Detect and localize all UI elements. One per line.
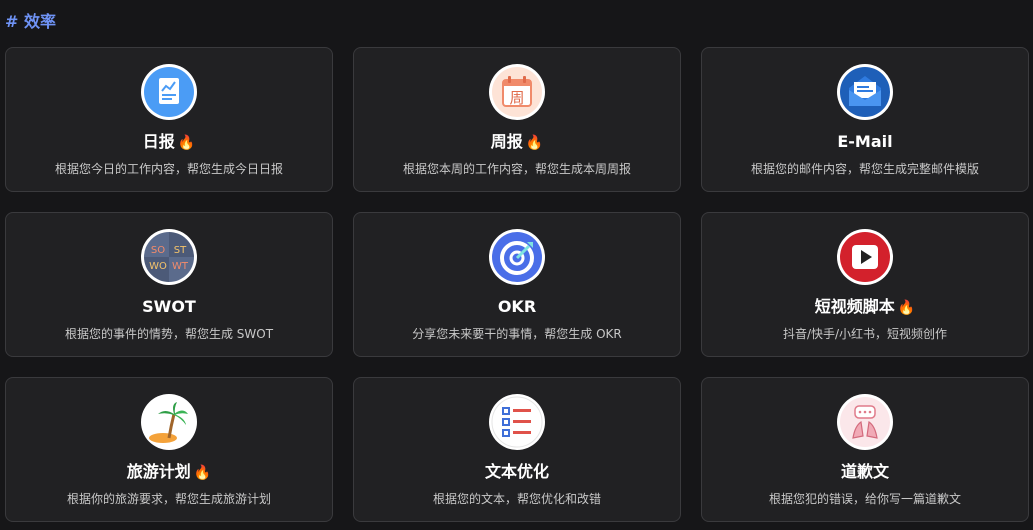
card-weekly-report[interactable]: 周 周报 🔥 根据您本周的工作内容，帮您生成本周周报 [353,47,681,192]
mail-envelope-icon [837,64,893,120]
card-text-optimize[interactable]: 文本优化 根据您的文本，帮您优化和改错 [353,377,681,522]
weekly-glyph: 周 [509,89,524,107]
card-okr[interactable]: OKR 分享您未来要干的事情，帮您生成 OKR [353,212,681,357]
video-play-icon [837,229,893,285]
swot-wo: WO [149,261,167,272]
card-short-video-script[interactable]: 短视频脚本 🔥 抖音/快手/小红书，短视频创作 [701,212,1029,357]
card-description: 根据您的事件的情势，帮您生成 SWOT [64,327,274,341]
card-title: 日报 🔥 [142,132,196,151]
card-description: 根据您今日的工作内容，帮您生成今日日报 [54,162,283,176]
card-daily-report[interactable]: 日报 🔥 根据您今日的工作内容，帮您生成今日日报 [5,47,333,192]
hot-fire-icon: 🔥 [193,465,212,481]
hot-fire-icon: 🔥 [525,135,544,151]
swot-grid-icon: SO ST WO WT [141,229,197,285]
swot-wt: WT [172,261,189,272]
palm-island-icon [141,394,197,450]
hot-fire-icon: 🔥 [177,135,196,151]
card-description: 根据您的文本，帮您优化和改错 [432,492,601,506]
card-travel-plan[interactable]: 旅游计划 🔥 根据你的旅游要求，帮您生成旅游计划 [5,377,333,522]
card-description: 根据你的旅游要求，帮您生成旅游计划 [66,492,271,506]
swot-st: ST [174,245,187,256]
weekly-calendar-icon: 周 [489,64,545,120]
daily-report-icon [141,64,197,120]
target-icon [489,229,545,285]
card-title: OKR [497,297,537,316]
card-title: 短视频脚本 🔥 [814,297,916,316]
section-title: # 效率 [5,12,56,31]
card-description: 抖音/快手/小红书，短视频创作 [782,327,948,341]
hot-fire-icon: 🔥 [897,300,916,316]
card-title: E-Mail [837,132,893,151]
swot-so: SO [151,245,165,256]
card-title: 道歉文 [840,462,889,481]
apology-hands-icon [837,394,893,450]
list-document-icon [489,394,545,450]
card-title: SWOT [142,297,196,316]
card-description: 根据您的邮件内容，帮您生成完整邮件模版 [750,162,979,176]
card-title: 旅游计划 🔥 [126,462,212,481]
card-apology-letter[interactable]: 道歉文 根据您犯的错误，给你写一篇道歉文 [701,377,1029,522]
card-title: 文本优化 [484,462,549,481]
card-description: 根据您本周的工作内容，帮您生成本周周报 [402,162,631,176]
card-description: 分享您未来要干的事情，帮您生成 OKR [412,327,622,341]
card-swot[interactable]: SO ST WO WT SWOT 根据您的事件的情势，帮您生成 SWOT [5,212,333,357]
card-email[interactable]: E-Mail 根据您的邮件内容，帮您生成完整邮件模版 [701,47,1029,192]
card-grid: 日报 🔥 根据您今日的工作内容，帮您生成今日日报 周 周报 🔥 根据您本周的工作内容… [5,47,1029,522]
card-title: 周报 🔥 [490,132,544,151]
card-description: 根据您犯的错误，给你写一篇道歉文 [768,492,961,506]
